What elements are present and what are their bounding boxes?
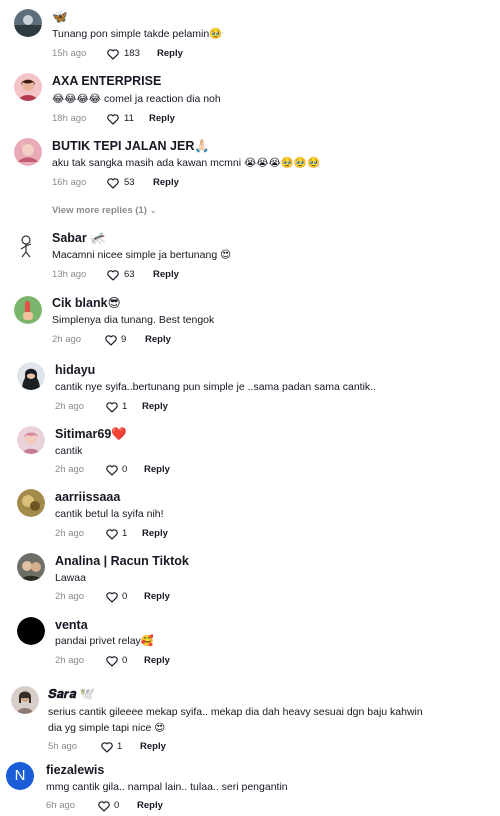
reply-button[interactable]: Reply xyxy=(140,740,166,754)
comment-text: cantik xyxy=(55,445,83,457)
timestamp: 16h ago xyxy=(52,177,87,188)
reply-button[interactable]: Reply xyxy=(137,799,163,813)
timestamp: 2h ago xyxy=(55,401,85,412)
avatar[interactable] xyxy=(14,138,42,166)
heart-outline-icon[interactable] xyxy=(105,527,119,541)
like-count: 0 xyxy=(122,591,128,602)
heart-outline-icon[interactable] xyxy=(106,268,120,282)
like-count: 183 xyxy=(124,48,140,59)
view-more-label: View more replies (1) xyxy=(52,205,147,216)
timestamp: 6h ago xyxy=(46,800,76,811)
chevron-down-icon: ⌄ xyxy=(149,206,157,215)
avatar[interactable] xyxy=(17,617,45,645)
username[interactable]: AXA ENTERPRISE xyxy=(52,73,161,89)
heart-outline-icon[interactable] xyxy=(105,590,119,604)
timestamp: 2h ago xyxy=(52,334,82,345)
username[interactable]: aarriissaaa xyxy=(55,489,120,505)
heart-outline-icon[interactable] xyxy=(106,112,120,126)
view-more-replies[interactable]: View more replies (1) ⌄ xyxy=(52,204,157,218)
timestamp: 13h ago xyxy=(52,269,87,280)
comment-text: Lawaa xyxy=(55,572,86,584)
comment-text-line-1: serius cantik gileeee mekap syifa.. meka… xyxy=(48,706,423,718)
comment-text: 😂😂😂😂 comel ja reaction dia noh xyxy=(52,93,221,105)
comment-text: aku tak sangka masih ada kawan mcmni 😭😭😭… xyxy=(52,157,321,169)
reply-button[interactable]: Reply xyxy=(149,112,175,126)
avatar[interactable] xyxy=(17,426,45,454)
username[interactable]: Sabar 🦟 xyxy=(52,230,106,246)
avatar[interactable]: N xyxy=(6,762,34,790)
like-count: 1 xyxy=(122,528,128,539)
timestamp: 15h ago xyxy=(52,48,87,59)
heart-outline-icon[interactable] xyxy=(105,463,119,477)
timestamp: 2h ago xyxy=(55,591,85,602)
avatar[interactable] xyxy=(14,9,42,37)
reply-button[interactable]: Reply xyxy=(144,654,170,668)
reply-button[interactable]: Reply xyxy=(153,268,179,282)
avatar[interactable] xyxy=(17,362,45,390)
avatar[interactable] xyxy=(14,231,42,259)
reply-button[interactable]: Reply xyxy=(144,590,170,604)
heart-outline-icon[interactable] xyxy=(105,400,119,414)
timestamp: 5h ago xyxy=(48,741,78,752)
avatar-letter: N xyxy=(14,767,26,784)
username[interactable]: Analina | Racun Tiktok xyxy=(55,553,189,569)
comment-text: mmg cantik gila.. nampal lain.. tulaa.. … xyxy=(46,781,288,793)
heart-outline-icon[interactable] xyxy=(106,176,120,190)
heart-outline-icon[interactable] xyxy=(106,47,120,61)
reply-button[interactable]: Reply xyxy=(142,400,168,414)
like-count: 0 xyxy=(122,464,128,475)
comment-text: cantik betul la syifa nih! xyxy=(55,508,164,520)
like-count: 1 xyxy=(117,741,123,752)
comment-text: Simplenya dia tunang. Best tengok xyxy=(52,314,215,326)
like-count: 9 xyxy=(121,334,127,345)
username[interactable]: hidayu xyxy=(55,362,95,378)
reply-button[interactable]: Reply xyxy=(153,176,179,190)
like-count: 63 xyxy=(124,269,135,280)
comment-text: Tunang pon simple takde pelamin🥹 xyxy=(52,28,223,40)
comment-text: cantik nye syifa..bertunang pun simple j… xyxy=(55,381,377,393)
username[interactable]: BUTIK TEPI JALAN JER🙏🏻 xyxy=(52,138,210,154)
reply-button[interactable]: Reply xyxy=(144,463,170,477)
timestamp: 2h ago xyxy=(55,464,85,475)
timestamp: 18h ago xyxy=(52,113,87,124)
username[interactable]: 🦋 xyxy=(52,9,68,25)
like-count: 0 xyxy=(122,655,128,666)
reply-button[interactable]: Reply xyxy=(145,333,171,347)
avatar[interactable] xyxy=(14,73,42,101)
username[interactable]: 𝑺𝒂𝒓𝒂 🕊️ xyxy=(48,686,95,702)
username[interactable]: venta xyxy=(55,617,88,633)
reply-button[interactable]: Reply xyxy=(142,527,168,541)
heart-outline-icon[interactable] xyxy=(105,654,119,668)
reply-button[interactable]: Reply xyxy=(157,47,183,61)
comment-text: pandai privet relay🥰 xyxy=(55,635,154,647)
heart-outline-icon[interactable] xyxy=(104,333,118,347)
comment-text-line-2: dia yg simple tapi nice 😍 xyxy=(48,722,166,734)
avatar[interactable] xyxy=(17,489,45,517)
timestamp: 2h ago xyxy=(55,655,85,666)
like-count: 1 xyxy=(122,401,128,412)
timestamp: 2h ago xyxy=(55,528,85,539)
username[interactable]: Sitimar69❤️ xyxy=(55,426,127,442)
avatar[interactable] xyxy=(17,553,45,581)
avatar[interactable] xyxy=(11,686,39,714)
comment-text: Macamni nicee simple ja bertunang 😍 xyxy=(52,249,232,261)
like-count: 53 xyxy=(124,177,135,188)
like-count: 0 xyxy=(114,800,120,811)
heart-outline-icon[interactable] xyxy=(100,740,114,754)
avatar[interactable] xyxy=(14,296,42,324)
heart-outline-icon[interactable] xyxy=(97,799,111,813)
like-count: 11 xyxy=(124,113,134,124)
username[interactable]: Cik blank😎 xyxy=(52,295,121,311)
username[interactable]: fiezalewis xyxy=(46,762,104,778)
